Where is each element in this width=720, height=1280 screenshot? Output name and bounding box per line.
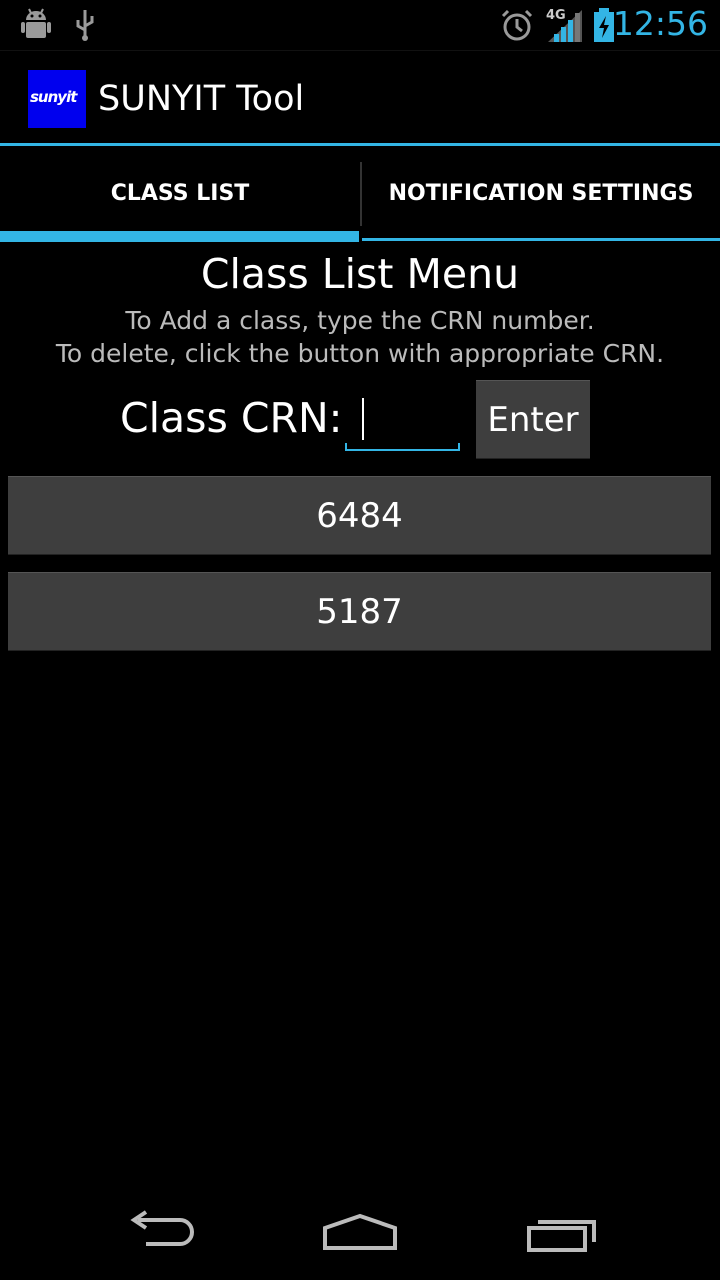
battery-charging-icon	[594, 8, 614, 42]
crn-label: Class CRN:	[120, 394, 343, 442]
tab-indicator-inactive	[362, 238, 720, 241]
status-bar: 4G 12:56	[0, 0, 720, 50]
class-crn-button[interactable]: 5187	[8, 572, 711, 651]
page-title: Class List Menu	[200, 250, 520, 298]
app-logo-text: sunyit	[30, 88, 77, 106]
alarm-icon	[501, 9, 533, 41]
app-logo: sunyit	[28, 70, 86, 128]
signal-icon	[548, 10, 582, 42]
tab-bar: CLASS LIST NOTIFICATION SETTINGS	[0, 146, 720, 242]
app-title: SUNYIT Tool	[98, 79, 305, 119]
navigation-bar	[0, 1184, 720, 1280]
instruction-add: To Add a class, type the CRN number.	[125, 306, 595, 335]
android-debug-icon	[21, 8, 51, 38]
tab-notification-settings[interactable]: NOTIFICATION SETTINGS	[362, 146, 720, 242]
enter-button[interactable]: Enter	[476, 380, 590, 459]
tab-indicator-active	[0, 231, 359, 242]
home-icon[interactable]	[322, 1212, 398, 1252]
instruction-delete: To delete, click the button with appropr…	[55, 339, 665, 368]
recent-apps-icon[interactable]	[526, 1214, 600, 1254]
usb-icon	[76, 10, 94, 41]
crn-input-underline	[345, 443, 460, 451]
action-bar: sunyit SUNYIT Tool	[0, 50, 720, 145]
clock: 12:56	[612, 4, 708, 43]
back-icon[interactable]	[124, 1210, 196, 1250]
text-cursor	[362, 398, 364, 440]
class-crn-button[interactable]: 6484	[8, 476, 711, 555]
tab-class-list[interactable]: CLASS LIST	[0, 146, 360, 242]
